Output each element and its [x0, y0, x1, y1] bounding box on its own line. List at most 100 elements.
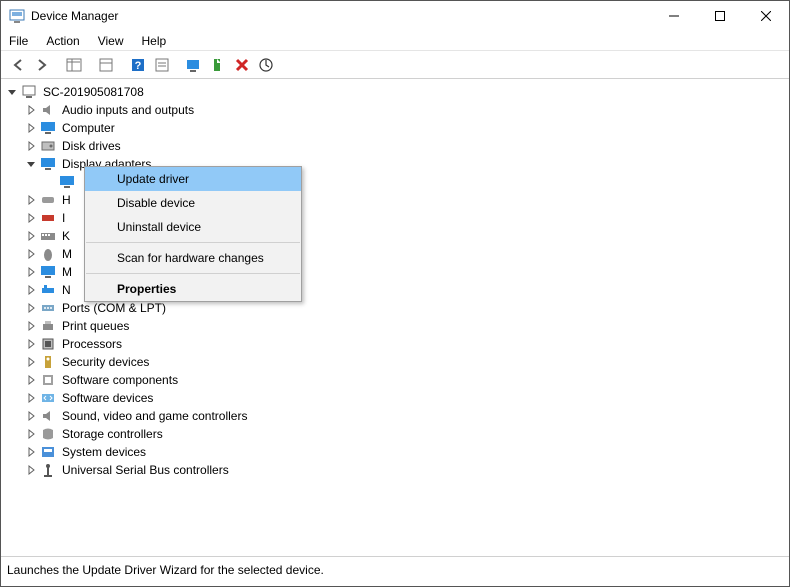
disable-button[interactable]	[255, 54, 277, 76]
disk-icon	[40, 138, 56, 154]
expander-icon[interactable]	[24, 463, 38, 477]
context-menu-item[interactable]: Properties	[85, 277, 301, 301]
svg-text:?: ?	[135, 60, 142, 72]
scan-hardware-button[interactable]	[183, 54, 205, 76]
minimize-button[interactable]	[651, 1, 697, 31]
expander-icon[interactable]	[24, 103, 38, 117]
expander-icon[interactable]	[24, 229, 38, 243]
expander-icon[interactable]	[24, 265, 38, 279]
show-hide-tree-button[interactable]	[63, 54, 85, 76]
expander-icon[interactable]	[24, 355, 38, 369]
tree-root-label: SC-201905081708	[41, 84, 146, 100]
menu-view[interactable]: View	[96, 32, 126, 50]
ide-red-icon	[40, 210, 56, 226]
tree-category-label: H	[60, 192, 73, 208]
tree-root-node[interactable]: SC-201905081708	[5, 83, 787, 101]
context-menu-item[interactable]: Scan for hardware changes	[85, 246, 301, 270]
expander-icon[interactable]	[24, 409, 38, 423]
tree-category-label: Software devices	[60, 390, 155, 406]
expander-icon[interactable]	[24, 211, 38, 225]
titlebar: Device Manager	[1, 1, 789, 31]
tree-category[interactable]: Software components	[24, 371, 787, 389]
context-menu-label: Uninstall device	[117, 220, 201, 234]
swdev-icon	[40, 390, 56, 406]
speaker-icon	[40, 408, 56, 424]
context-menu-item[interactable]: Update driver	[85, 167, 301, 191]
menu-file[interactable]: File	[7, 32, 30, 50]
tree-category[interactable]: System devices	[24, 443, 787, 461]
hid-icon	[40, 192, 56, 208]
port-icon	[40, 300, 56, 316]
monitor-blue-icon	[40, 156, 56, 172]
expander-icon[interactable]	[24, 337, 38, 351]
tree-category-label: I	[60, 210, 67, 226]
tree-category-label: M	[60, 246, 74, 262]
statusbar: Launches the Update Driver Wizard for th…	[1, 557, 789, 583]
tree-category[interactable]: Sound, video and game controllers	[24, 407, 787, 425]
keyboard-icon	[40, 228, 56, 244]
tree-category-label: Audio inputs and outputs	[60, 102, 196, 118]
tree-category[interactable]: Software devices	[24, 389, 787, 407]
tree-category-label: N	[60, 282, 73, 298]
tree-category-label: Computer	[60, 120, 117, 136]
expander-icon[interactable]	[5, 85, 19, 99]
tree-category[interactable]: Disk drives	[24, 137, 787, 155]
expander-icon[interactable]	[24, 121, 38, 135]
help-button[interactable]: ?	[127, 54, 149, 76]
mouse-icon	[40, 246, 56, 262]
context-menu-label: Scan for hardware changes	[117, 251, 264, 265]
tree-category[interactable]: Print queues	[24, 317, 787, 335]
back-button[interactable]	[7, 54, 29, 76]
expander-icon[interactable]	[24, 301, 38, 315]
tree-category-label: M	[60, 264, 74, 280]
expander-icon[interactable]	[24, 157, 38, 171]
system-icon	[40, 444, 56, 460]
close-button[interactable]	[743, 1, 789, 31]
tree-category[interactable]: Storage controllers	[24, 425, 787, 443]
expander-icon[interactable]	[24, 283, 38, 297]
expander-icon[interactable]	[24, 445, 38, 459]
expander-icon[interactable]	[24, 139, 38, 153]
expander-icon[interactable]	[24, 247, 38, 261]
window-title: Device Manager	[31, 9, 651, 23]
printer-icon	[40, 318, 56, 334]
maximize-button[interactable]	[697, 1, 743, 31]
tree-device-label	[79, 181, 83, 183]
monitor-blue-icon	[59, 174, 75, 190]
device-tree-pane[interactable]: SC-201905081708 Audio inputs and outputs C…	[1, 79, 789, 557]
security-icon	[40, 354, 56, 370]
tree-category-label: Software components	[60, 372, 180, 388]
expander-icon[interactable]	[24, 373, 38, 387]
context-menu: Update driver Disable device Uninstall dev…	[84, 166, 302, 302]
tree-category-label: Storage controllers	[60, 426, 165, 442]
context-menu-label: Disable device	[117, 196, 195, 210]
tree-category[interactable]: Universal Serial Bus controllers	[24, 461, 787, 479]
tree-category-label: K	[60, 228, 72, 244]
context-menu-item[interactable]: Uninstall device	[85, 215, 301, 239]
usb-icon	[40, 462, 56, 478]
tree-category[interactable]: Security devices	[24, 353, 787, 371]
expander-icon[interactable]	[24, 193, 38, 207]
context-menu-label: Properties	[117, 282, 176, 296]
tree-category[interactable]: Audio inputs and outputs	[24, 101, 787, 119]
uninstall-button[interactable]	[231, 54, 253, 76]
context-menu-item[interactable]: Disable device	[85, 191, 301, 215]
cpu-icon	[40, 336, 56, 352]
network-icon	[40, 282, 56, 298]
expander-icon[interactable]	[24, 319, 38, 333]
action-button[interactable]	[151, 54, 173, 76]
tree-category-label: Sound, video and game controllers	[60, 408, 249, 424]
menu-help[interactable]: Help	[140, 32, 169, 50]
speaker-icon	[40, 102, 56, 118]
tree-category-label: Universal Serial Bus controllers	[60, 462, 231, 478]
forward-button[interactable]	[31, 54, 53, 76]
tree-category[interactable]: Computer	[24, 119, 787, 137]
expander-icon[interactable]	[24, 427, 38, 441]
context-menu-label: Update driver	[117, 172, 189, 186]
expander-icon[interactable]	[24, 391, 38, 405]
properties-button[interactable]	[95, 54, 117, 76]
tree-category-label: Security devices	[60, 354, 151, 370]
menu-action[interactable]: Action	[44, 32, 81, 50]
update-driver-button[interactable]	[207, 54, 229, 76]
tree-category[interactable]: Processors	[24, 335, 787, 353]
